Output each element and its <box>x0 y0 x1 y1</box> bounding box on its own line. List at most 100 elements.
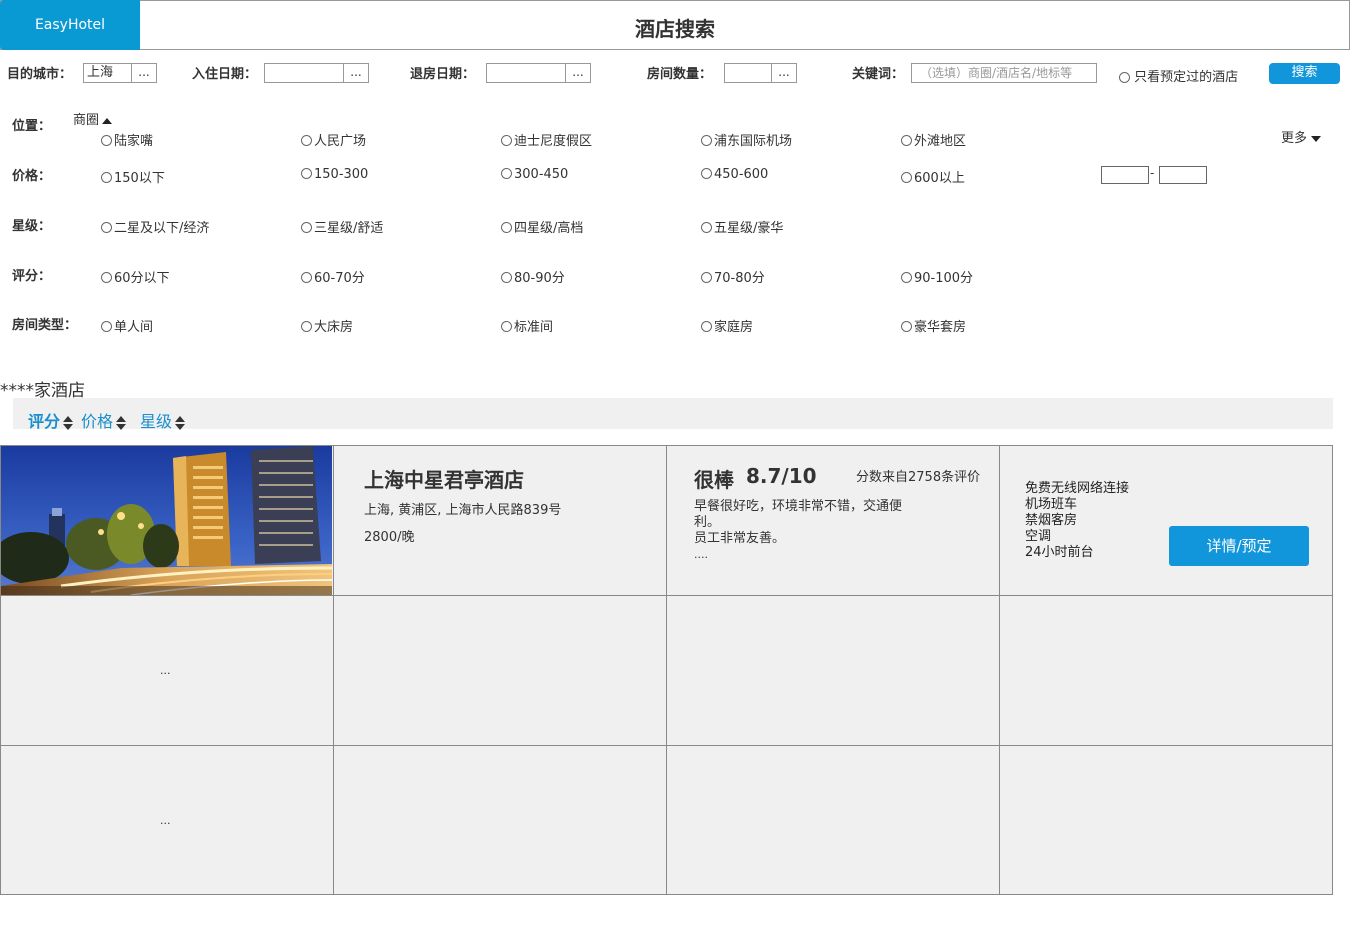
radio-icon[interactable] <box>101 172 112 183</box>
room-type-option[interactable]: 豪华套房 <box>901 316 966 335</box>
radio-icon[interactable] <box>701 222 712 233</box>
radio-icon[interactable] <box>501 135 512 146</box>
radio-icon[interactable] <box>901 135 912 146</box>
location-option[interactable]: 外滩地区 <box>901 130 966 149</box>
booked-only-option[interactable]: 只看预定过的酒店 <box>1119 66 1238 85</box>
sort-by-star[interactable]: 星级 <box>140 408 186 432</box>
location-option[interactable]: 迪士尼度假区 <box>501 130 592 149</box>
amenity-item: 空调 <box>1025 529 1052 544</box>
score-option[interactable]: 70-80分 <box>701 267 765 286</box>
review-more: .... <box>694 548 708 561</box>
radio-icon[interactable] <box>901 272 912 283</box>
score-option[interactable]: 80-90分 <box>501 267 565 286</box>
placeholder-ellipsis: ... <box>160 664 171 677</box>
star-option[interactable]: 三星级/舒适 <box>301 217 383 236</box>
sort-by-score[interactable]: 评分 <box>28 408 74 432</box>
option-label: 300-450 <box>514 167 569 182</box>
business-area-toggle[interactable]: 商圈 <box>73 109 113 128</box>
review-line: 利。 <box>694 515 721 530</box>
radio-icon[interactable] <box>901 172 912 183</box>
checkout-picker-button[interactable]: ... <box>565 63 591 83</box>
city-picker-button[interactable]: ... <box>131 63 157 83</box>
rooms-picker-button[interactable]: ... <box>771 63 797 83</box>
option-label: 迪士尼度假区 <box>514 134 593 149</box>
option-label: 四星级/高档 <box>514 221 584 236</box>
hotel-price: 2800/晚 <box>364 530 415 545</box>
checkin-field[interactable] <box>264 63 344 83</box>
checkin-picker-button[interactable]: ... <box>343 63 369 83</box>
amenities-list: 免费无线网络连接 机场班车 禁烟客房 空调 24小时前台 <box>1025 481 1129 561</box>
score-option[interactable]: 60分以下 <box>101 267 170 286</box>
result-row-cell <box>999 745 1333 895</box>
page-title: 酒店搜索 <box>635 17 715 41</box>
location-filter-label: 位置： <box>12 119 52 134</box>
star-filter-label: 星级： <box>12 219 52 234</box>
hotel-photo-image <box>1 446 332 595</box>
city-field[interactable]: 上海 <box>83 63 132 83</box>
hotel-name[interactable]: 上海中星君亭酒店 <box>364 464 524 493</box>
star-option[interactable]: 四星级/高档 <box>501 217 583 236</box>
room-type-option[interactable]: 标准间 <box>501 316 553 335</box>
location-option[interactable]: 浦东国际机场 <box>701 130 792 149</box>
radio-icon[interactable] <box>101 272 112 283</box>
room-type-option[interactable]: 家庭房 <box>701 316 753 335</box>
radio-icon[interactable] <box>501 272 512 283</box>
star-option[interactable]: 二星及以下/经济 <box>101 217 209 236</box>
score-option[interactable]: 60-70分 <box>301 267 365 286</box>
radio-icon[interactable] <box>101 222 112 233</box>
caret-down-icon <box>1311 135 1322 142</box>
booked-only-radio[interactable] <box>1119 72 1130 83</box>
more-locations-button[interactable]: 更多 <box>1281 127 1322 146</box>
radio-icon[interactable] <box>901 321 912 332</box>
radio-icon[interactable] <box>301 272 312 283</box>
radio-icon[interactable] <box>301 222 312 233</box>
room-type-option[interactable]: 大床房 <box>301 316 353 335</box>
radio-icon[interactable] <box>701 272 712 283</box>
caret-up-icon <box>102 117 113 124</box>
radio-icon[interactable] <box>501 321 512 332</box>
price-min-input[interactable] <box>1101 166 1149 184</box>
review-snippet: 早餐很好吃，环境非常不错，交通便 利。 员工非常友善。 .... <box>694 499 902 563</box>
detail-booking-button[interactable]: 详情/预定 <box>1169 526 1309 566</box>
price-option[interactable]: 150-300 <box>301 167 368 182</box>
star-option[interactable]: 五星级/豪华 <box>701 217 783 236</box>
price-option[interactable]: 150以下 <box>101 167 165 186</box>
radio-icon[interactable] <box>701 135 712 146</box>
location-option[interactable]: 陆家嘴 <box>101 130 153 149</box>
sort-label: 星级 <box>140 412 173 431</box>
radio-icon[interactable] <box>301 168 312 179</box>
price-option[interactable]: 600以上 <box>901 167 965 186</box>
room-type-option[interactable]: 单人间 <box>101 316 153 335</box>
checkin-label: 入住日期： <box>192 67 258 82</box>
radio-icon[interactable] <box>101 321 112 332</box>
option-label: 外滩地区 <box>914 134 967 149</box>
price-option[interactable]: 450-600 <box>701 167 768 182</box>
sort-label: 评分 <box>28 412 61 431</box>
radio-icon[interactable] <box>501 222 512 233</box>
more-label: 更多 <box>1281 131 1308 146</box>
checkout-field[interactable] <box>486 63 566 83</box>
radio-icon[interactable] <box>701 168 712 179</box>
rooms-field[interactable] <box>724 63 772 83</box>
option-label: 60-70分 <box>314 271 365 286</box>
sort-bar: 评分 价格 星级 <box>13 398 1333 432</box>
price-option[interactable]: 300-450 <box>501 167 568 182</box>
rating-score: 8.7/10 <box>746 464 817 488</box>
search-button[interactable]: 搜索 <box>1269 63 1340 84</box>
radio-icon[interactable] <box>101 135 112 146</box>
price-max-input[interactable] <box>1159 166 1207 184</box>
keyword-input[interactable]: （选填）商圈/酒店名/地标等 <box>911 63 1097 83</box>
option-label: 人民广场 <box>314 134 367 149</box>
amenity-item: 免费无线网络连接 <box>1025 481 1130 496</box>
radio-icon[interactable] <box>301 135 312 146</box>
result-row-cell <box>999 595 1333 746</box>
city-value: 上海 <box>87 65 114 80</box>
radio-icon[interactable] <box>301 321 312 332</box>
option-label: 豪华套房 <box>914 320 967 335</box>
radio-icon[interactable] <box>501 168 512 179</box>
score-option[interactable]: 90-100分 <box>901 267 973 286</box>
radio-icon[interactable] <box>701 321 712 332</box>
hotel-photo[interactable] <box>1 446 332 595</box>
location-option[interactable]: 人民广场 <box>301 130 366 149</box>
sort-by-price[interactable]: 价格 <box>81 408 127 432</box>
